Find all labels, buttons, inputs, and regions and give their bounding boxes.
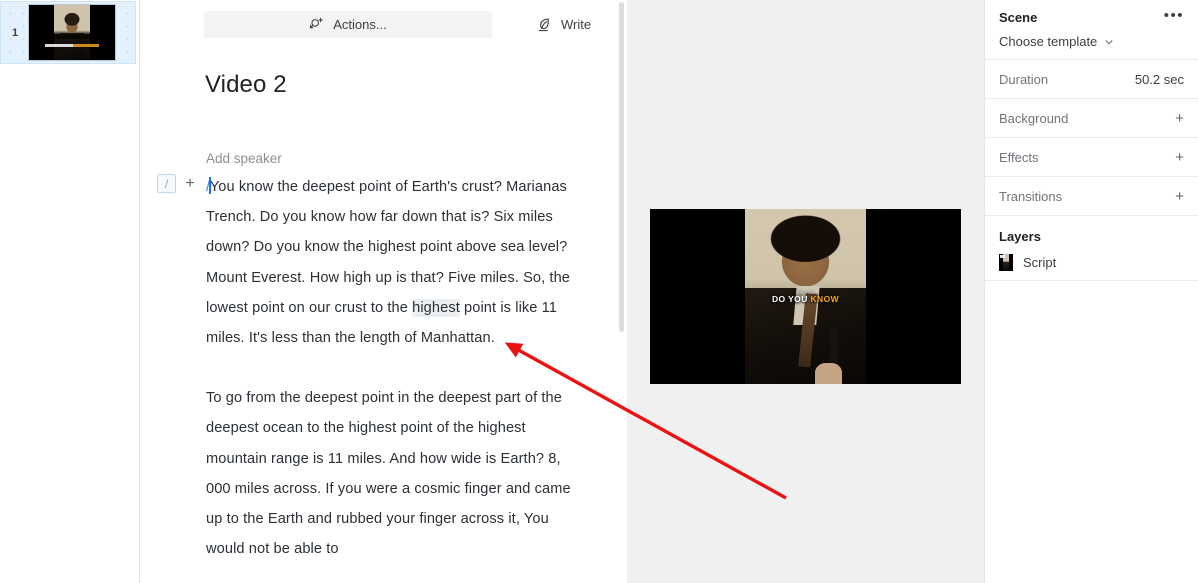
property-row-duration[interactable]: Duration 50.2 sec — [985, 59, 1198, 98]
properties-title: Scene — [999, 10, 1038, 25]
video-subject-hand — [815, 363, 842, 384]
choose-template-label: Choose template — [999, 34, 1098, 49]
scene-list-panel: 1 — [0, 0, 140, 583]
scene-thumbnail-caption — [41, 33, 103, 47]
app-root: 1 Actions... Write Video 2 Add speaker /… — [0, 0, 1198, 583]
paragraph-1-text-before: You know the deepest point of Earth's cr… — [206, 179, 571, 316]
script-paragraph-row-2: To go from the deepest point in the deep… — [206, 383, 627, 564]
add-transitions-button[interactable]: + — [1175, 189, 1184, 204]
quill-pen-icon — [536, 17, 552, 33]
property-label: Background — [999, 110, 1069, 126]
video-preview-frame[interactable]: DID YOU DO YOU KNOW — [650, 209, 961, 384]
script-paragraph-1[interactable]: /You know the deepest point of Earth's c… — [206, 172, 578, 353]
add-background-button[interactable]: + — [1175, 111, 1184, 126]
property-row-background[interactable]: Background + — [985, 98, 1198, 137]
property-row-effects[interactable]: Effects + — [985, 137, 1198, 176]
slash-command-button[interactable]: / — [157, 174, 176, 193]
scene-thumbnail[interactable] — [29, 5, 115, 60]
script-paragraph-row-1: / + /You know the deepest point of Earth… — [140, 172, 627, 353]
write-button[interactable]: Write — [536, 11, 591, 38]
actions-button-label: Actions... — [333, 17, 387, 32]
video-caption-small: DID YOU — [796, 289, 815, 295]
property-label: Effects — [999, 149, 1039, 165]
scene-properties-panel: Scene ••• Choose template Duration 50.2 … — [985, 0, 1198, 583]
choose-template-dropdown[interactable]: Choose template — [985, 28, 1198, 59]
add-block-button[interactable]: + — [182, 174, 198, 193]
chevron-down-icon — [1104, 37, 1114, 47]
property-label: Duration — [999, 71, 1049, 87]
video-preview-panel: DID YOU DO YOU KNOW — [627, 0, 985, 583]
editor-scrollbar[interactable] — [619, 2, 624, 332]
property-label: Transitions — [999, 188, 1063, 204]
script-text-area-2[interactable]: To go from the deepest point in the deep… — [206, 383, 578, 564]
add-speaker-label[interactable]: Add speaker — [206, 151, 627, 166]
video-caption-white: DO YOU — [771, 293, 811, 304]
layer-thumbnail-icon — [999, 254, 1013, 271]
video-caption-overlay: DID YOU DO YOU KNOW — [737, 290, 874, 304]
scene-thumbnail-photo — [53, 5, 91, 60]
magic-wand-icon — [309, 17, 324, 32]
scene-number: 1 — [11, 26, 19, 39]
highlighted-word[interactable]: highest — [412, 298, 460, 317]
paragraph-gutter: / + — [140, 172, 206, 193]
script-editor-panel: Actions... Write Video 2 Add speaker / + — [140, 0, 627, 583]
layers-section-title: Layers — [985, 215, 1198, 248]
add-effects-button[interactable]: + — [1175, 150, 1184, 165]
editor-toolbar: Actions... Write — [140, 0, 627, 42]
more-options-icon[interactable]: ••• — [1164, 8, 1184, 27]
script-text-area[interactable]: /You know the deepest point of Earth's c… — [206, 172, 578, 353]
properties-header: Scene ••• — [985, 0, 1198, 28]
video-caption-accent: KNOW — [810, 293, 840, 304]
actions-button[interactable]: Actions... — [204, 11, 492, 38]
property-row-transitions[interactable]: Transitions + — [985, 176, 1198, 215]
document-title[interactable]: Video 2 — [205, 71, 627, 99]
layer-item-label: Script — [1023, 255, 1057, 270]
layer-item-script[interactable]: Script — [985, 248, 1198, 281]
duration-value: 50.2 sec — [1134, 71, 1184, 87]
write-button-label: Write — [561, 17, 592, 32]
script-paragraph-2[interactable]: To go from the deepest point in the deep… — [206, 383, 578, 564]
scene-list-item-1[interactable]: 1 — [0, 1, 136, 64]
